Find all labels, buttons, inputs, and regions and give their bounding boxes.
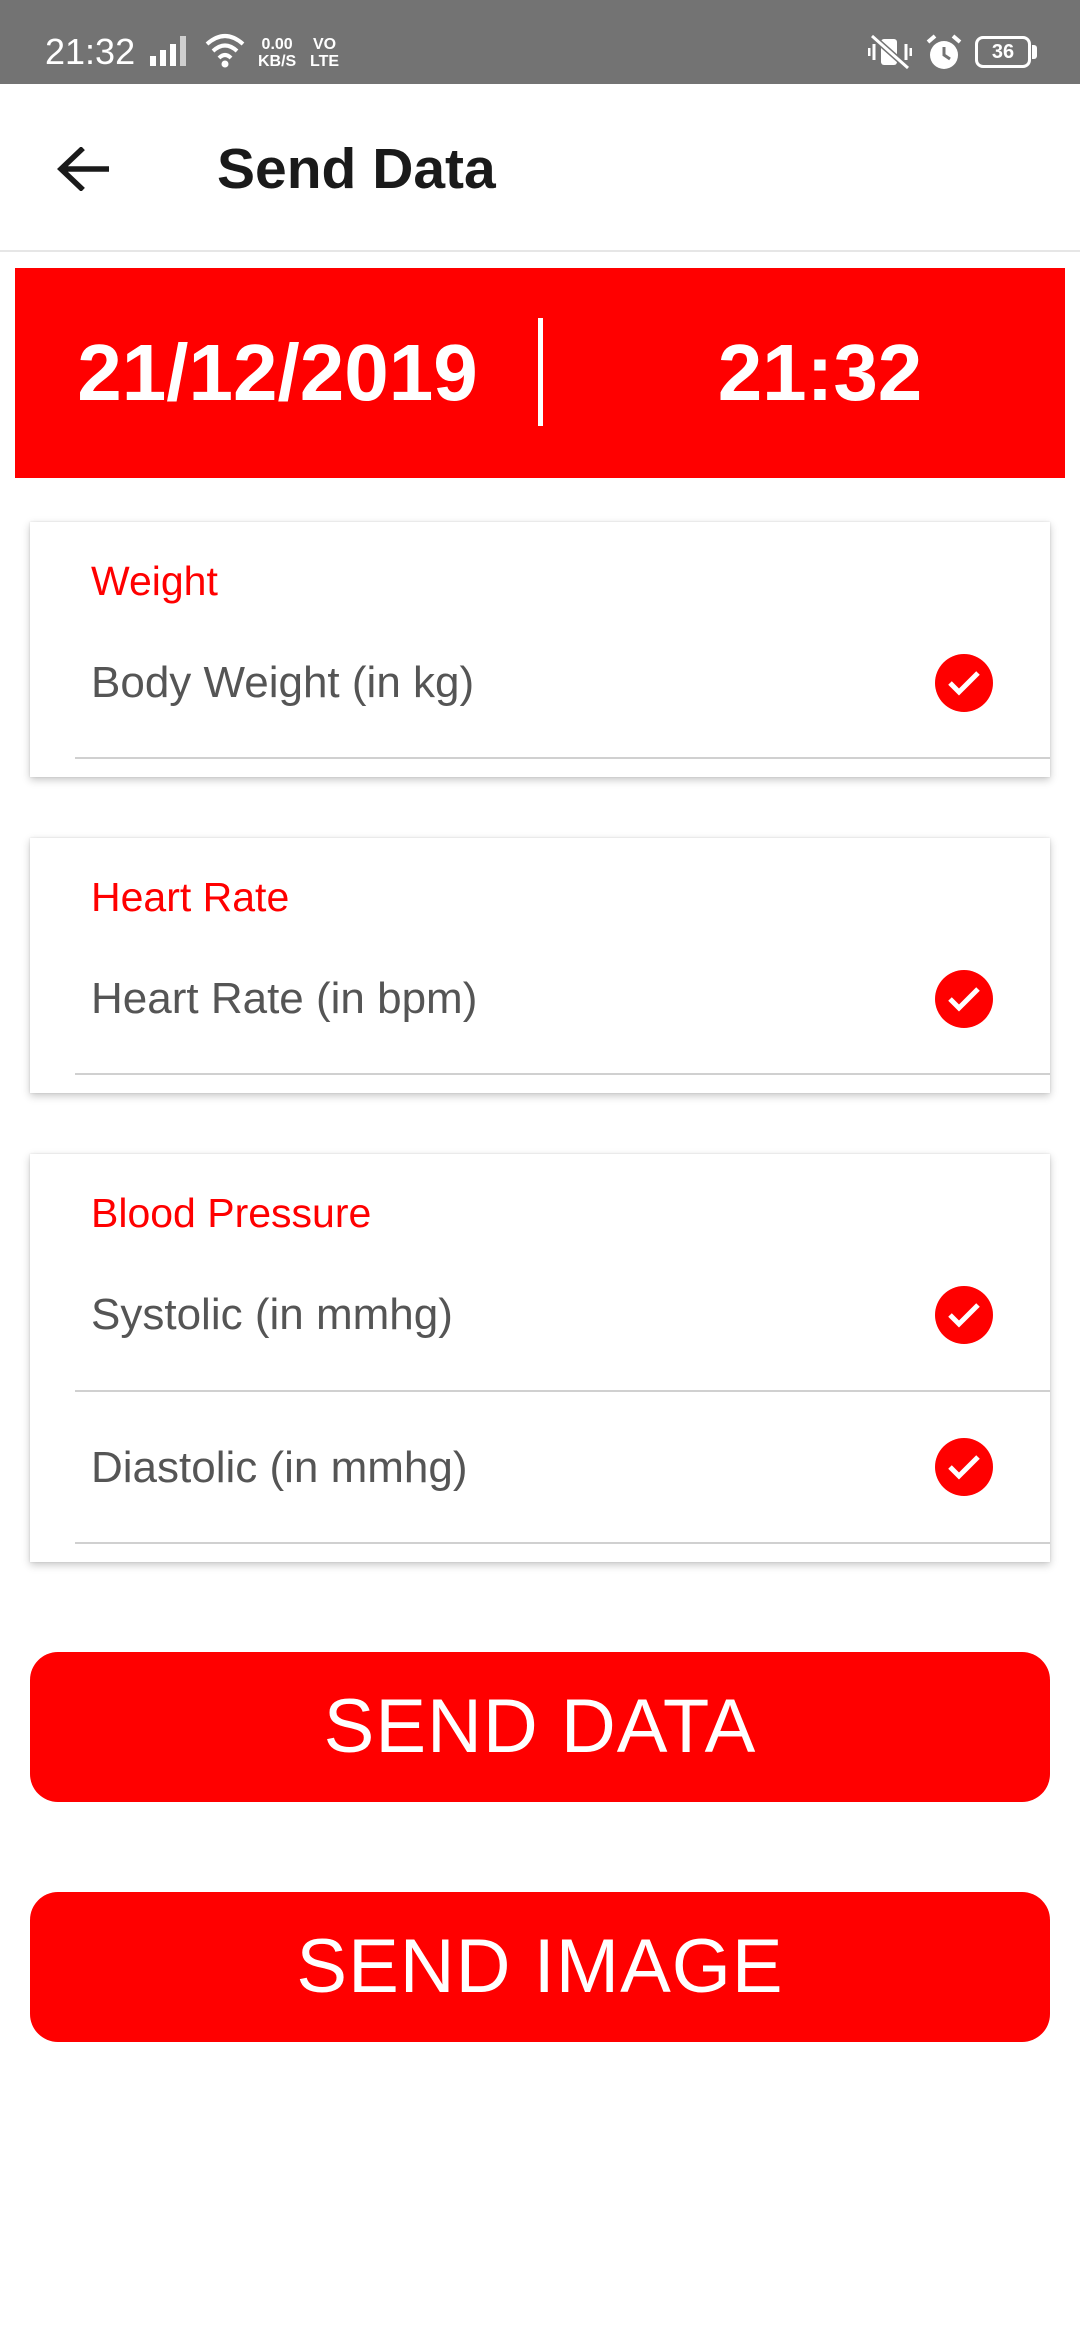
banner-time: 21:32 [717, 328, 923, 417]
weight-card: Weight Body Weight (in kg) [30, 522, 1050, 777]
card-title: Blood Pressure [91, 1190, 372, 1236]
send-data-button[interactable]: SEND DATA [30, 1652, 1050, 1802]
row-label: Heart Rate (in bpm) [91, 974, 478, 1023]
card-title: Weight [91, 558, 218, 604]
list-item[interactable]: Heart Rate (in bpm) [75, 923, 1050, 1075]
list-item[interactable]: Systolic (in mmhg) [75, 1239, 1050, 1392]
back-arrow-icon [57, 147, 109, 191]
signal-icon [150, 36, 192, 71]
send-image-button[interactable]: SEND IMAGE [30, 1892, 1050, 2042]
vibrate-off-icon [867, 33, 913, 75]
banner-date: 21/12/2019 [77, 328, 478, 417]
check-circle-icon [935, 1286, 993, 1344]
row-label: Body Weight (in kg) [91, 658, 475, 707]
card-title: Heart Rate [91, 874, 290, 920]
datetime-banner: 21/12/2019 21:32 [15, 268, 1065, 478]
volte-top: VO [312, 36, 337, 53]
network-speed: 0.00 KB/S [258, 36, 296, 70]
row-label: Diastolic (in mmhg) [91, 1443, 468, 1492]
blood-pressure-card: Blood Pressure Systolic (in mmhg) Diasto… [30, 1154, 1050, 1562]
speed-value: 0.00 [261, 36, 293, 53]
check-circle-icon [935, 970, 993, 1028]
page-title: Send Data [217, 137, 496, 201]
battery-icon: 36 [975, 36, 1031, 68]
heart-rate-card: Heart Rate Heart Rate (in bpm) [30, 838, 1050, 1093]
row-label: Systolic (in mmhg) [91, 1290, 453, 1339]
status-bar: 21:32 0.00 KB/S VO LTE 36 [0, 0, 1080, 84]
check-circle-icon [935, 1438, 993, 1496]
list-item[interactable]: Body Weight (in kg) [75, 607, 1050, 759]
list-item[interactable]: Diastolic (in mmhg) [75, 1392, 1050, 1544]
status-time: 21:32 [45, 31, 136, 72]
banner-divider [538, 318, 543, 426]
speed-unit: KB/S [258, 53, 297, 70]
wifi-icon [205, 32, 245, 73]
alarm-icon [925, 34, 963, 77]
volte-bottom: LTE [310, 53, 340, 70]
volte-indicator: VO LTE [310, 36, 339, 70]
check-circle-icon [935, 654, 993, 712]
battery-tip [1032, 45, 1037, 59]
app-bar: Send Data [0, 84, 1080, 252]
back-button[interactable] [48, 134, 118, 204]
